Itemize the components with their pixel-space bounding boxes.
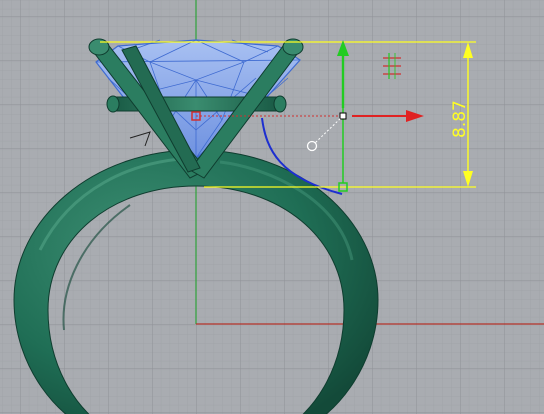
3d-viewport[interactable]: 8.87 xyxy=(0,0,544,414)
rail-end-left xyxy=(106,95,120,113)
viewport-canvas[interactable]: 8.87 xyxy=(0,0,544,414)
rail-end-right xyxy=(273,95,287,113)
dimension-value[interactable]: 8.87 xyxy=(450,100,470,138)
